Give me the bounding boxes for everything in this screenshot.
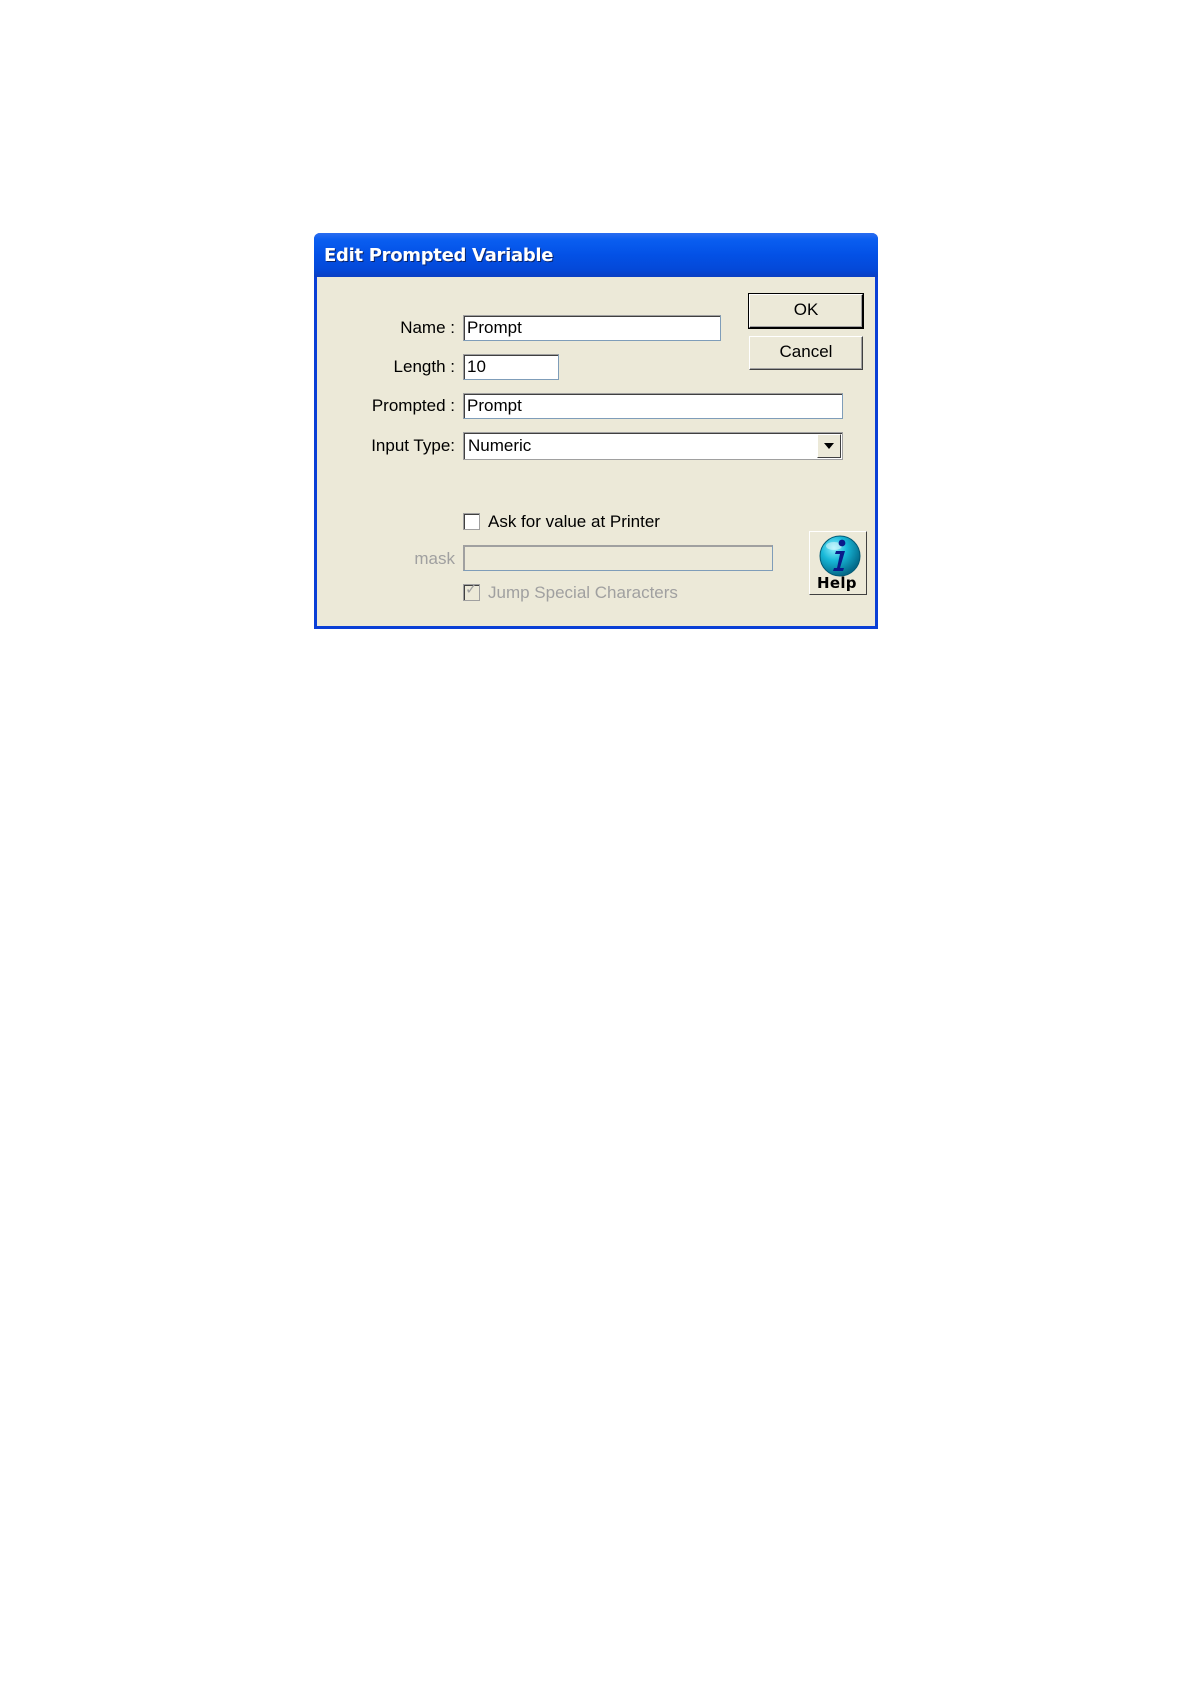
name-label: Name : [400, 318, 455, 337]
mask-input[interactable] [463, 545, 773, 571]
prompted-label: Prompted : [371, 396, 455, 415]
edit-prompted-variable-dialog: Edit Prompted Variable Name : Prompt Len… [314, 233, 878, 629]
checkmark-icon: ✓ [465, 581, 478, 598]
ok-button[interactable]: OK [748, 293, 864, 329]
chevron-down-icon[interactable] [817, 434, 841, 458]
jump-special-characters-label[interactable]: Jump Special Characters [488, 583, 678, 603]
prompted-input[interactable]: Prompt [463, 393, 843, 419]
dialog-title: Edit Prompted Variable [324, 245, 554, 266]
length-label: Length : [393, 357, 455, 376]
input-type-label: Input Type: [371, 436, 455, 455]
name-input[interactable]: Prompt [463, 315, 721, 341]
length-input[interactable]: 10 [463, 354, 559, 380]
cancel-button[interactable]: Cancel [749, 336, 863, 370]
jump-special-characters-checkbox[interactable]: ✓ [463, 581, 480, 601]
ask-for-value-at-printer-checkbox[interactable] [463, 513, 480, 530]
dialog-titlebar[interactable]: Edit Prompted Variable [314, 233, 878, 277]
input-type-select[interactable]: Numeric [463, 432, 843, 460]
input-type-selected-value: Numeric [468, 436, 532, 455]
mask-label: mask [414, 549, 455, 568]
page: Edit Prompted Variable Name : Prompt Len… [0, 0, 1190, 1684]
help-label: Help [817, 574, 857, 592]
help-button[interactable]: Help [809, 531, 867, 595]
ask-for-value-at-printer-label[interactable]: Ask for value at Printer [488, 512, 660, 532]
